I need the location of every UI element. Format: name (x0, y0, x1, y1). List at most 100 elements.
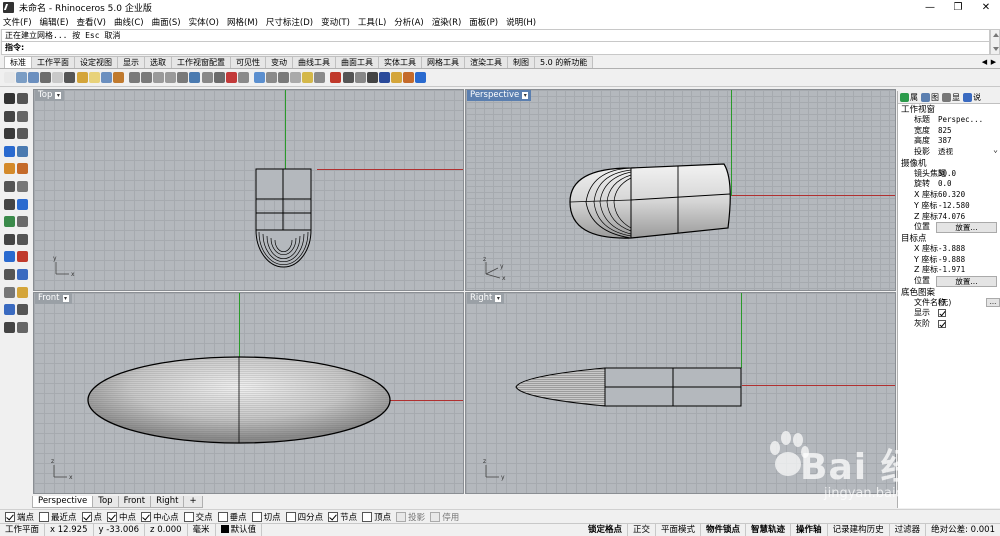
osnap-checkbox[interactable] (328, 511, 339, 522)
osnap-checkbox[interactable] (5, 511, 15, 522)
toolbox-tool-icon[interactable] (4, 286, 15, 298)
osnap-checkbox[interactable] (217, 511, 228, 522)
toolbar-tool-icon[interactable] (415, 72, 427, 83)
toolbox-tool-icon[interactable] (17, 233, 28, 245)
viewport-top[interactable]: y x Top ▾ (33, 89, 464, 291)
toolbar-tool-icon[interactable] (112, 72, 124, 83)
menu-mesh[interactable]: 网格(M) (227, 16, 258, 28)
osnap-checkbox[interactable] (81, 511, 92, 522)
osnap-option[interactable]: 点 (81, 511, 102, 523)
status-planar[interactable]: 平面模式 (656, 523, 702, 536)
toolbar-tool-icon[interactable] (253, 72, 265, 83)
projection-select[interactable]: 透视 (934, 147, 1000, 158)
viewport-tab-front[interactable]: Front (117, 496, 152, 508)
toolbar-tool-icon[interactable] (177, 72, 189, 83)
toolbox-tool-icon[interactable] (4, 181, 15, 192)
prop-value[interactable]: 74.076 (934, 212, 1000, 223)
osnap-option[interactable]: 节点 (328, 511, 357, 523)
toolbar-tool-icon[interactable] (4, 72, 15, 83)
toolbar-tool-icon[interactable] (165, 72, 177, 83)
toolbar-tool-icon[interactable] (213, 72, 225, 83)
viewport-front[interactable]: z x Front ▾ (33, 292, 464, 494)
toolbox-tool-icon[interactable] (17, 321, 28, 333)
menu-panels[interactable]: 面板(P) (469, 16, 498, 28)
toolbar-tool-icon[interactable] (237, 72, 249, 83)
prop-value[interactable]: 387 (934, 136, 1000, 147)
viewport-tab-top[interactable]: Top (92, 496, 119, 508)
toolbar-tab-viewport-layout[interactable]: 工作视窗配置 (171, 56, 231, 68)
osnap-checkbox[interactable] (251, 511, 262, 522)
toolbox-tool-icon[interactable] (4, 269, 15, 280)
add-viewport-tab-button[interactable]: + (183, 496, 203, 508)
toolbar-tool-icon[interactable] (201, 72, 213, 83)
toolbox-tool-icon[interactable] (17, 251, 28, 263)
menu-curve[interactable]: 曲线(C) (114, 16, 144, 28)
osnap-option[interactable]: 中心点 (141, 511, 179, 523)
toolbar-tool-icon[interactable] (342, 72, 354, 83)
status-osnap[interactable]: 物件锁点 (701, 523, 747, 536)
osnap-option[interactable]: 交点 (183, 511, 213, 523)
toolbar-tool-icon[interactable] (64, 72, 76, 83)
toolbox-tool-icon[interactable] (4, 216, 15, 228)
target-place-button[interactable]: 放置... (936, 275, 997, 287)
viewport-title-perspective[interactable]: Perspective ▾ (467, 90, 532, 101)
viewport-perspective[interactable]: y x z Perspective ▾ (465, 89, 896, 291)
toolbox-tool-icon[interactable] (17, 163, 28, 175)
toolbar-tool-icon[interactable] (128, 72, 140, 83)
prop-value[interactable]: 0.0 (934, 179, 1000, 190)
prop-value[interactable]: -1.971 (934, 265, 1000, 276)
menu-dimension[interactable]: 尺寸标注(D) (266, 16, 313, 28)
status-gumball[interactable]: 操作轴 (791, 523, 828, 536)
close-button[interactable]: ✕ (972, 0, 1000, 15)
command-prompt[interactable]: 指令: (1, 42, 990, 55)
toolbar-tool-icon[interactable] (100, 72, 112, 83)
viewport-menu-arrow-icon[interactable]: ▾ (522, 92, 529, 99)
toolbar-tool-icon[interactable] (302, 72, 314, 83)
toolbar-tab-render-tools[interactable]: 渲染工具 (464, 56, 508, 68)
toolbar-tool-icon[interactable] (330, 72, 342, 83)
osnap-option[interactable]: 最近点 (39, 511, 77, 523)
toolbox-tool-icon[interactable] (17, 128, 28, 140)
toolbar-tab-set-view[interactable]: 设定视图 (74, 56, 118, 68)
toolbar-tab-mesh-tools[interactable]: 网格工具 (421, 56, 465, 68)
toolbar-tab-visibility[interactable]: 可见性 (230, 56, 266, 68)
status-record-history[interactable]: 记录建构历史 (828, 523, 890, 536)
viewport-title-right[interactable]: Right ▾ (467, 293, 505, 304)
toolbar-tool-icon[interactable] (378, 72, 390, 83)
prop-value[interactable]: 50.0 (934, 169, 1000, 180)
osnap-option[interactable]: 中点 (107, 511, 136, 523)
osnap-checkbox[interactable] (183, 511, 194, 522)
toolbar-tool-icon[interactable] (52, 72, 64, 83)
prop-value[interactable]: 60.320 (934, 190, 1000, 201)
panel-tab-properties[interactable]: 属 (900, 92, 918, 103)
toolbox-tool-icon[interactable] (17, 181, 28, 192)
toolbox-tool-icon[interactable] (4, 163, 15, 175)
toolbar-tab-standard[interactable]: 标准 (4, 56, 32, 68)
osnap-option[interactable]: 垂点 (217, 511, 247, 523)
prop-value[interactable]: 825 (934, 126, 1000, 137)
camera-place-button[interactable]: 放置... (936, 222, 997, 233)
toolbox-tool-icon[interactable] (17, 145, 28, 157)
menu-tools[interactable]: 工具(L) (358, 16, 386, 28)
status-units[interactable]: 毫米 (188, 523, 216, 536)
toolbar-tab-drafting[interactable]: 制图 (507, 56, 535, 68)
toolbox-tool-icon[interactable] (17, 286, 28, 298)
toolbox-tool-icon[interactable] (4, 233, 15, 245)
status-ortho[interactable]: 正交 (628, 523, 656, 536)
toolbar-tool-icon[interactable] (28, 72, 40, 83)
toolbar-tab-transform[interactable]: 变动 (265, 56, 293, 68)
toolbar-tab-select[interactable]: 选取 (144, 56, 172, 68)
menu-help[interactable]: 说明(H) (506, 16, 536, 28)
osnap-checkbox[interactable] (141, 511, 152, 522)
toolbar-tab-new-in-v5[interactable]: 5.0 的新功能 (534, 56, 594, 68)
osnap-checkbox[interactable] (396, 511, 407, 522)
toolbox-tool-icon[interactable] (17, 216, 28, 228)
toolbar-tool-icon[interactable] (141, 72, 153, 83)
command-scrollbar[interactable] (990, 29, 1000, 55)
toolbar-tool-icon[interactable] (278, 72, 290, 83)
toolbox-tool-icon[interactable] (17, 198, 28, 210)
toolbar-tool-icon[interactable] (225, 72, 237, 83)
toolbar-tab-display[interactable]: 显示 (117, 56, 145, 68)
menu-transform[interactable]: 变动(T) (321, 16, 350, 28)
toolbar-tool-icon[interactable] (76, 72, 88, 83)
